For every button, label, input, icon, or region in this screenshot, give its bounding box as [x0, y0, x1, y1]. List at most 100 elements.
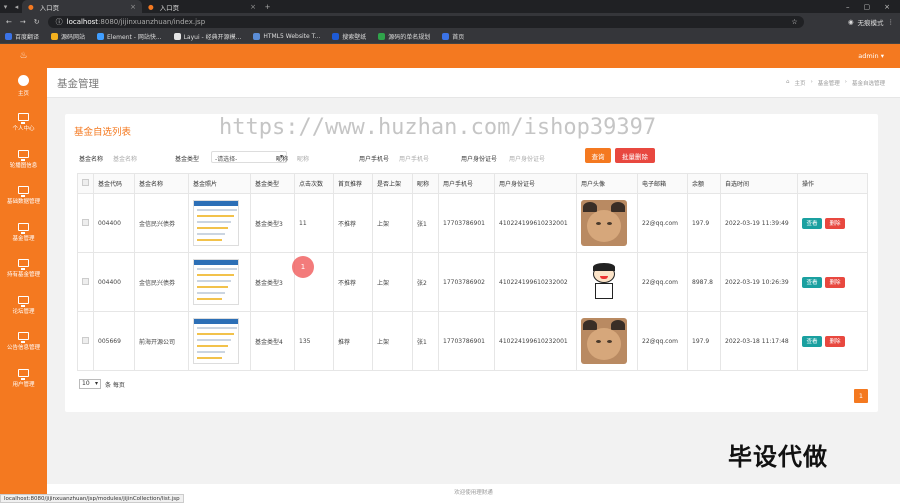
per-page-label: 条 每页 — [105, 381, 125, 389]
column-header: 基金照片 — [188, 173, 251, 194]
corner-overlay-text: 毕设代做 — [728, 443, 828, 471]
sidebar-item-label: 持有基金管理 — [6, 272, 40, 279]
monitor-icon — [18, 222, 29, 234]
id-input[interactable]: 用户身份证号 — [509, 154, 545, 163]
page-size-select[interactable]: 10 — [79, 379, 101, 389]
bookmark-item[interactable]: HTML5 Website T... — [253, 33, 320, 40]
column-header: 电子邮箱 — [637, 173, 688, 194]
cell-type: 基金类型3 — [250, 252, 295, 312]
avatar — [581, 259, 627, 305]
sidebar-item-users[interactable]: 用户管理 — [0, 360, 47, 397]
monitor-icon — [18, 113, 29, 125]
browser-menu-icon[interactable]: ▾ — [0, 3, 11, 11]
view-button[interactable]: 查看 — [802, 335, 822, 347]
bookmark-star-icon[interactable]: ☆ — [791, 18, 803, 26]
watermark: https://www.huzhan.com/ishop39397 — [219, 115, 657, 140]
phone-input[interactable]: 用户手机号 — [399, 154, 429, 163]
page-number-button[interactable]: 1 — [854, 389, 868, 403]
logo-icon: ♨ — [19, 51, 28, 61]
sidebar-item-notice[interactable]: 公告信息管理 — [0, 324, 47, 361]
cell-nick: 张2 — [412, 252, 439, 312]
column-header: 用户手机号 — [438, 173, 495, 194]
avatar — [581, 318, 627, 364]
actions-cell: 查看 删除 — [797, 311, 868, 371]
browser-tab-label: 入口页 — [39, 3, 60, 12]
tab-close-icon[interactable]: × — [130, 3, 136, 11]
pagination-size: 10 条 每页 — [79, 379, 125, 389]
incognito-indicator[interactable]: ◉ 无痕模式 ⋮ — [848, 17, 894, 27]
row-checkbox[interactable] — [82, 277, 89, 285]
delete-button[interactable]: 删除 — [825, 217, 845, 229]
bookmark-item[interactable]: 源码网站 — [51, 32, 85, 41]
more-menu-icon[interactable]: ⋮ — [888, 18, 895, 26]
forward-arrow-icon[interactable]: → — [20, 18, 26, 26]
delete-button[interactable]: 删除 — [825, 335, 845, 347]
view-button[interactable]: 查看 — [802, 217, 822, 229]
cell-recommend: 推荐 — [333, 311, 373, 371]
reload-icon[interactable]: ↻ — [34, 18, 40, 26]
bookmark-favicon-icon — [442, 33, 450, 40]
fund-name-input[interactable]: 基金名称 — [113, 154, 137, 163]
bookmark-item[interactable]: 百度翻译 — [5, 32, 39, 41]
select-all-cell — [77, 173, 94, 194]
column-header: 用户身份证号 — [494, 173, 577, 194]
monitor-icon — [18, 295, 29, 307]
browser-back-tab-icon[interactable]: ◂ — [11, 3, 22, 11]
cell-name: 前海开源公司 — [134, 311, 189, 371]
sidebar-item-home[interactable]: 主页 — [0, 68, 47, 105]
row-checkbox[interactable] — [82, 218, 89, 226]
tab-close-icon[interactable]: × — [250, 3, 256, 11]
bookmark-item[interactable]: 源码的单名规划 — [378, 32, 430, 41]
sidebar-item-label: 公告信息管理 — [6, 345, 40, 352]
sidebar-item-holdings[interactable]: 持有基金管理 — [0, 251, 47, 288]
sidebar-item-label: 基金管理 — [12, 235, 35, 242]
sidebar-item-label: 主页 — [17, 91, 29, 98]
column-header: 用户头像 — [576, 173, 638, 194]
row-checkbox[interactable] — [82, 336, 89, 344]
browser-tab-active[interactable]: ● 入口页 × — [22, 0, 142, 13]
home-icon: ⌂ — [786, 79, 790, 85]
sidebar-item-profile[interactable]: 个人中心 — [0, 105, 47, 142]
bookmark-item[interactable]: 首页 — [442, 32, 464, 41]
maximize-icon[interactable]: ▢ — [864, 3, 871, 11]
nick-input[interactable]: 昵称 — [297, 154, 309, 163]
bookmark-item[interactable]: 搜索壁纸 — [332, 32, 366, 41]
minimize-icon[interactable]: – — [846, 3, 850, 11]
column-header: 基金类型 — [250, 173, 295, 194]
top-bar: admin ▾ — [47, 44, 900, 68]
url-field[interactable]: ⓘ localhost:8080/jijinxuanzhuan/index.js… — [47, 15, 804, 28]
fund-photo-cell — [188, 311, 251, 371]
actions-cell: 查看 删除 — [797, 193, 868, 253]
batch-delete-button[interactable]: 批量删除 — [615, 148, 655, 163]
new-tab-icon[interactable]: + — [262, 3, 273, 11]
breadcrumb-item[interactable]: 基金管理 — [818, 79, 840, 87]
cell-time: 2022-03-19 11:39:49 — [720, 193, 798, 253]
select-all-checkbox[interactable] — [82, 179, 89, 186]
sidebar-item-forum[interactable]: 论坛管理 — [0, 287, 47, 324]
bookmark-item[interactable]: Layui - 经典开源模... — [173, 32, 241, 41]
breadcrumb-separator: › — [810, 79, 813, 85]
monitor-icon — [18, 149, 29, 161]
breadcrumb-item[interactable]: 主页 — [795, 79, 806, 87]
column-header: 操作 — [797, 173, 868, 194]
cell-recommend: 不推荐 — [333, 193, 373, 253]
browser-tab[interactable]: ● 入口页 × — [142, 0, 262, 13]
table-row: 005669 前海开源公司 基金类型4 135 推荐 上架 张1 17703786901 410… — [77, 311, 868, 371]
sidebar-item-label: 个人中心 — [12, 126, 35, 133]
column-header: 昵称 — [412, 173, 439, 194]
cell-name: 金信民兴债券 — [134, 252, 189, 312]
cell-phone: 17703786902 — [438, 252, 495, 312]
delete-button[interactable]: 删除 — [825, 276, 845, 288]
search-button[interactable]: 查询 — [585, 148, 611, 163]
sidebar-item-label: 论坛管理 — [12, 308, 35, 315]
tab-favicon-icon: ● — [28, 2, 34, 11]
browser-tab-strip: ▾ ◂ ● 入口页 × ● 入口页 × + – ▢ × — [0, 0, 900, 13]
sidebar-item-fund[interactable]: 基金管理 — [0, 214, 47, 251]
back-arrow-icon[interactable]: ← — [6, 18, 12, 26]
bookmark-item[interactable]: Element - 网站快... — [97, 32, 162, 41]
view-button[interactable]: 查看 — [802, 276, 822, 288]
sidebar-item-carousel[interactable]: 轮播图信息 — [0, 141, 47, 178]
sidebar-item-basic-data[interactable]: 基础数据管理 — [0, 178, 47, 215]
admin-menu[interactable]: admin ▾ — [858, 52, 884, 60]
close-window-icon[interactable]: × — [884, 3, 890, 11]
